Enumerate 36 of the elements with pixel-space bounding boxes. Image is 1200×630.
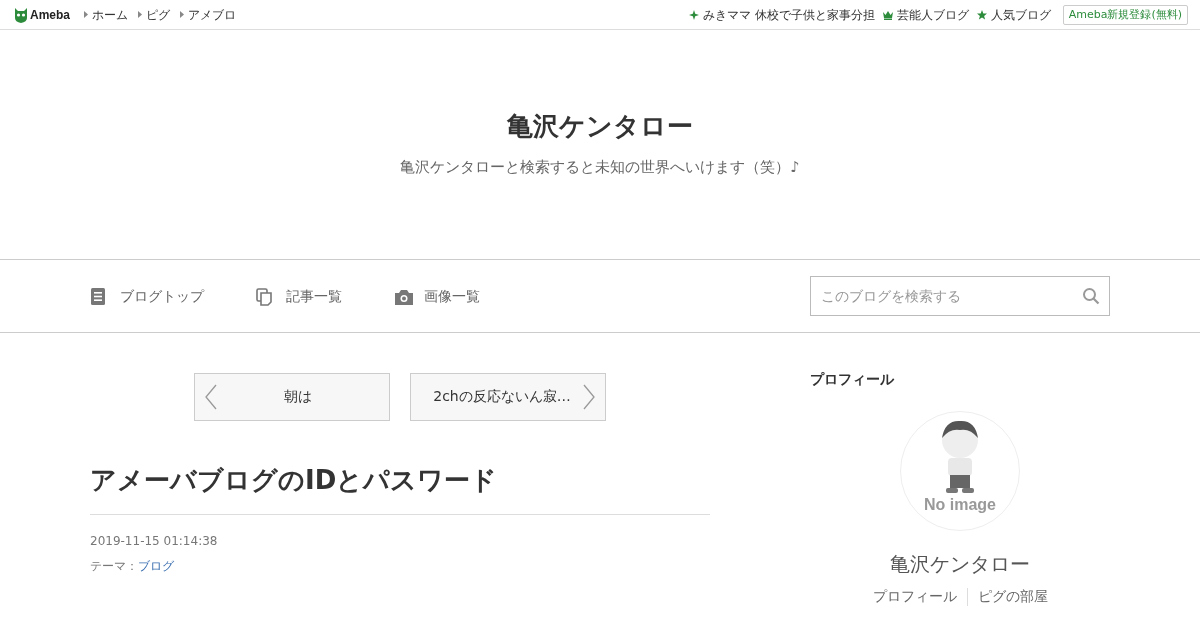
sparkle-icon bbox=[688, 9, 699, 20]
search-icon[interactable] bbox=[1082, 287, 1100, 305]
star-icon bbox=[976, 9, 987, 20]
triangle-icon bbox=[180, 11, 184, 18]
next-entry-button[interactable]: 2chの反応ないん寂… bbox=[410, 373, 606, 421]
camera-icon[interactable] bbox=[394, 288, 414, 306]
profile-link[interactable]: プロフィール bbox=[862, 588, 967, 606]
monster-logo-icon bbox=[14, 5, 28, 24]
triangle-icon bbox=[84, 11, 88, 18]
top-link[interactable]: みきママ 休校で子供と家事分担 bbox=[702, 6, 875, 23]
nav-link[interactable]: 記事一覧 bbox=[256, 288, 342, 306]
chevron-left-icon bbox=[205, 384, 217, 410]
previous-entry-button[interactable]: 朝は bbox=[194, 373, 390, 421]
top-link[interactable]: 人気ブログ bbox=[990, 6, 1051, 23]
no-image-label: No image bbox=[924, 496, 996, 514]
crown-icon bbox=[882, 9, 893, 20]
article-title: アメーバブログのIDとパスワード bbox=[90, 463, 710, 515]
signup-button[interactable]: Ameba新規登録(無料) bbox=[1062, 4, 1188, 25]
theme-label: テーマ： bbox=[90, 559, 138, 573]
chevron-right-icon bbox=[583, 384, 595, 410]
breadcrumb-link[interactable]: アメブロ bbox=[188, 6, 236, 23]
profile-name: 亀沢ケンタロー bbox=[889, 551, 1031, 578]
blog-description: 亀沢ケンタローと検索すると未知の世界へいけます（笑）♪ bbox=[400, 157, 800, 177]
nav-link[interactable]: ブログトップ bbox=[90, 288, 204, 306]
theme-link[interactable]: ブログ bbox=[138, 559, 174, 573]
article-date: 2019-11-15 01:14:38 bbox=[90, 534, 219, 548]
blog-title[interactable]: 亀沢ケンタロー bbox=[507, 108, 693, 144]
logo-text[interactable]: Ameba bbox=[30, 6, 70, 23]
breadcrumb-link[interactable]: ホーム bbox=[92, 6, 128, 23]
profile-link[interactable]: ピグの部屋 bbox=[966, 588, 1058, 606]
top-link[interactable]: 芸能人ブログ bbox=[896, 6, 969, 23]
triangle-icon bbox=[138, 11, 142, 18]
search-field[interactable]: このブログを検索する bbox=[810, 276, 1110, 316]
sidebar-heading: プロフィール bbox=[810, 371, 895, 389]
breadcrumb-link[interactable]: ピグ bbox=[146, 6, 170, 23]
nav-link[interactable]: 画像一覧 bbox=[394, 288, 480, 306]
